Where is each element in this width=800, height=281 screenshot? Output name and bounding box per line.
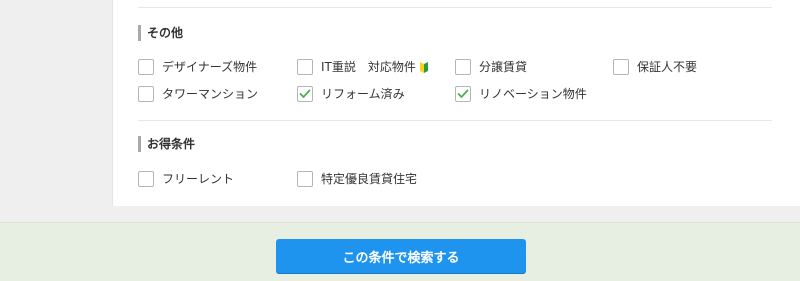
option-label: タワーマンション	[162, 87, 259, 101]
checkbox-checked[interactable]	[297, 86, 313, 102]
option-label: IT重説 対応物件	[321, 60, 416, 74]
section-title-deals: お得条件	[138, 136, 195, 152]
checkmark-icon	[299, 89, 311, 98]
option-label: 特定優良賃貸住宅	[321, 172, 418, 186]
option-label: フリーレント	[162, 172, 235, 186]
checkbox[interactable]	[297, 171, 313, 187]
option-label: デザイナーズ物件	[162, 60, 258, 74]
checkbox[interactable]	[138, 59, 154, 75]
option-free-rent[interactable]: フリーレント	[138, 171, 234, 187]
divider	[138, 120, 772, 121]
beginner-mark-icon	[419, 61, 428, 73]
section-title-other: その他	[138, 25, 183, 41]
option-designers[interactable]: デザイナーズ物件	[138, 59, 257, 75]
option-tower-mansion[interactable]: タワーマンション	[138, 86, 258, 102]
search-button[interactable]: この条件で検索する	[276, 239, 526, 273]
option-renovation[interactable]: リノベーション物件	[455, 86, 587, 102]
divider	[138, 7, 772, 8]
checkbox[interactable]	[455, 59, 471, 75]
option-public-quality-rental[interactable]: 特定優良賃貸住宅	[297, 171, 417, 187]
option-reformed[interactable]: リフォーム済み	[297, 86, 405, 102]
checkbox[interactable]	[613, 59, 629, 75]
checkbox-checked[interactable]	[455, 86, 471, 102]
checkbox[interactable]	[138, 86, 154, 102]
option-label: 保証人不要	[637, 60, 698, 74]
checkmark-icon	[457, 89, 469, 98]
option-label: リフォーム済み	[321, 87, 405, 101]
option-no-guarantor[interactable]: 保証人不要	[613, 59, 697, 75]
checkbox[interactable]	[297, 59, 313, 75]
option-it-explanation[interactable]: IT重説 対応物件	[297, 59, 428, 75]
checkbox[interactable]	[138, 171, 154, 187]
option-label: リノベーション物件	[479, 87, 587, 101]
option-label: 分譲賃貸	[479, 60, 528, 74]
option-condo-rental[interactable]: 分譲賃貸	[455, 59, 527, 75]
